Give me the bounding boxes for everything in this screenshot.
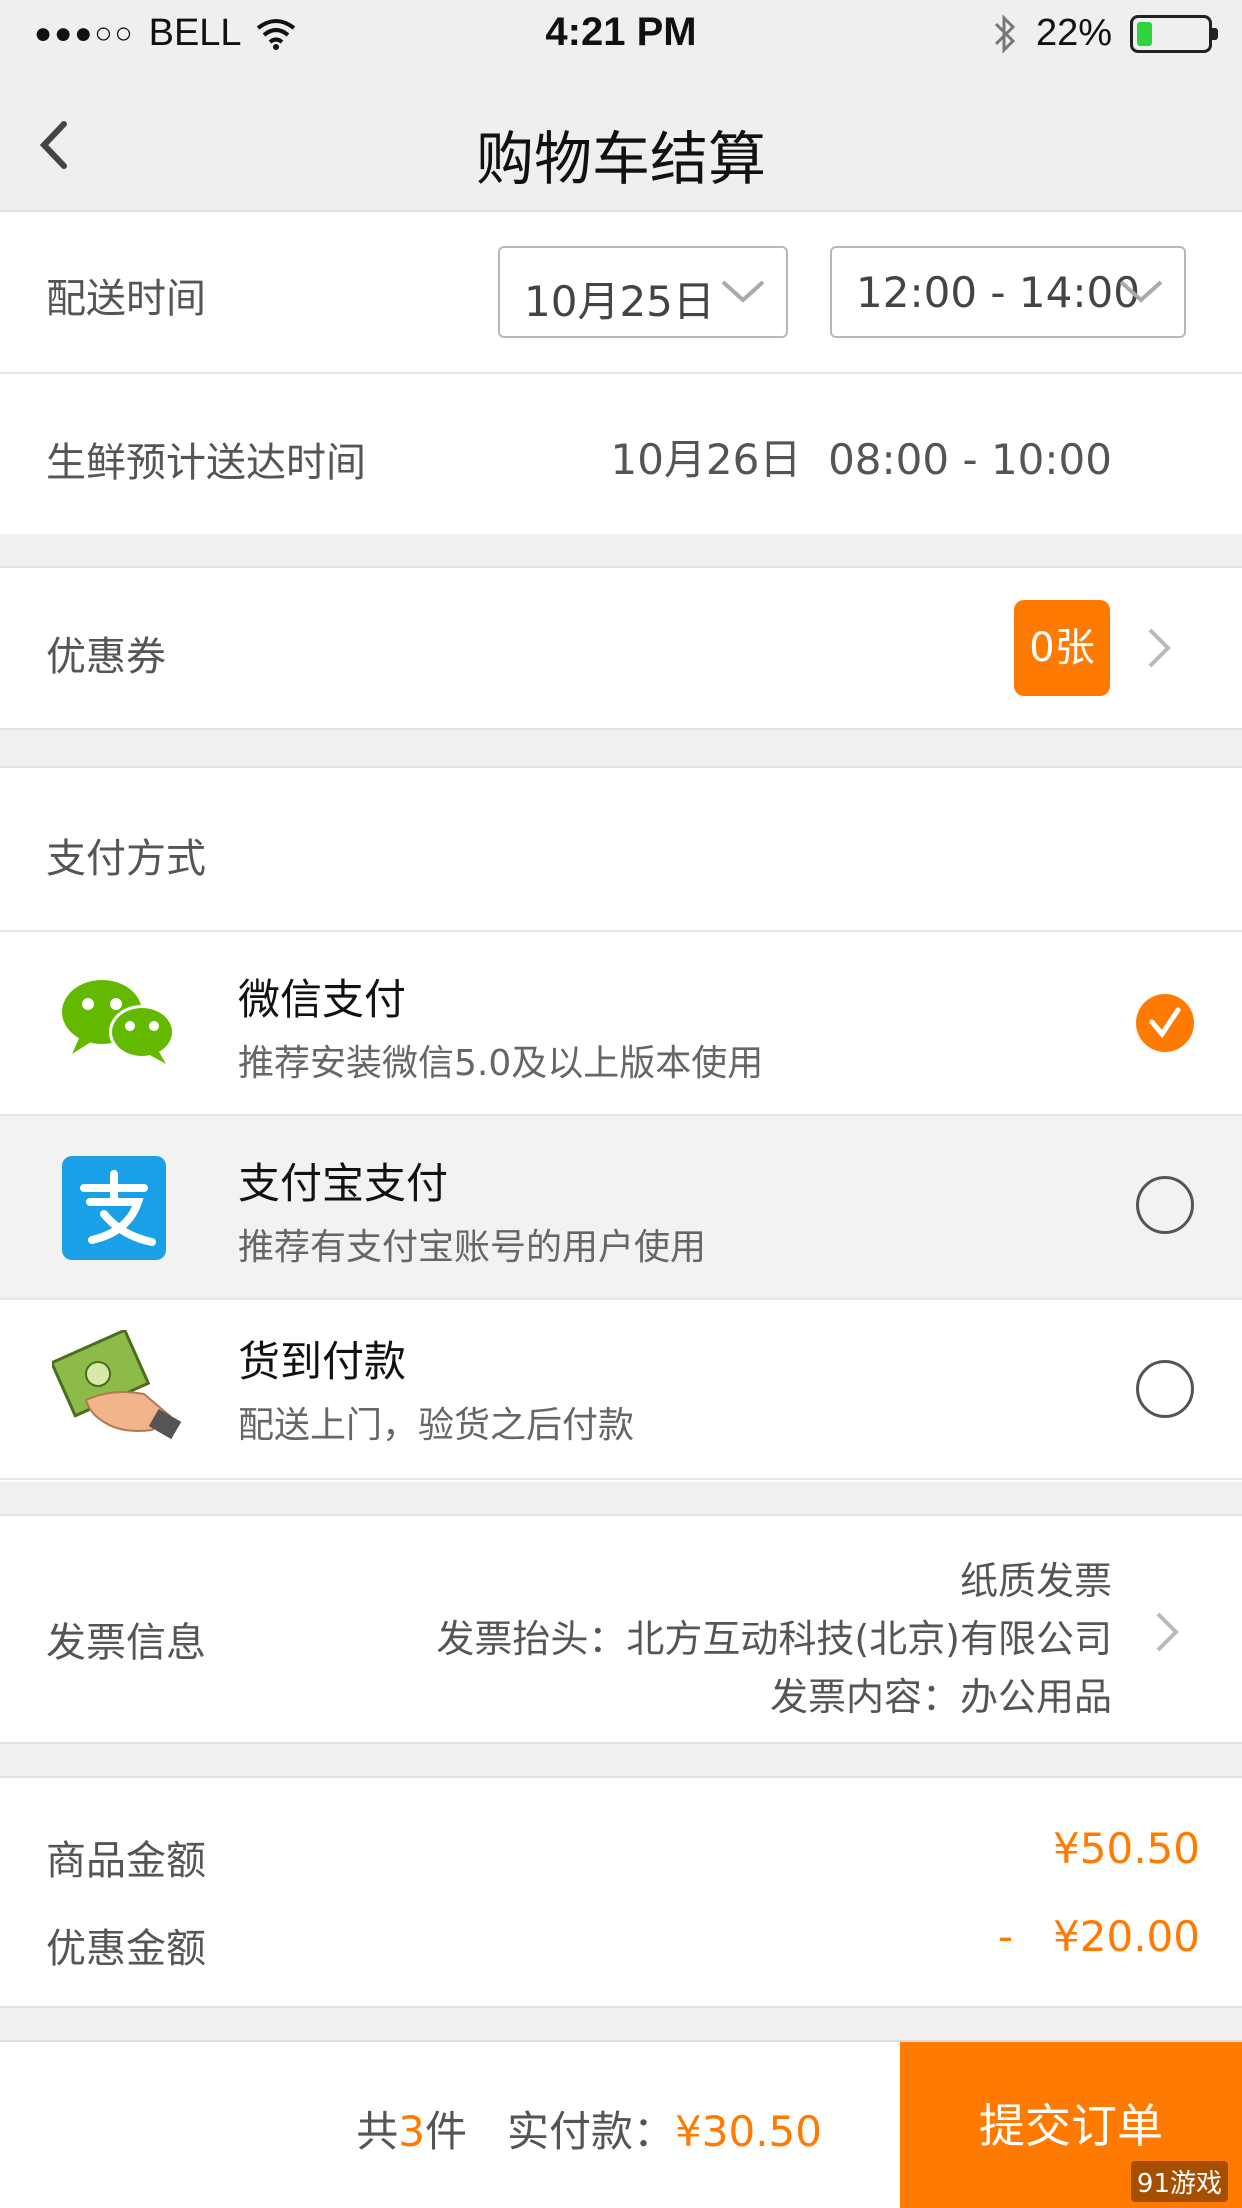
battery-icon — [1130, 14, 1218, 53]
cash-icon — [52, 1330, 182, 1440]
invoice-label: 发票信息 — [46, 1620, 206, 1666]
watermark-logo: 91游戏 — [1130, 2161, 1228, 2202]
checked-radio-icon[interactable] — [1136, 994, 1194, 1052]
fresh-arrival-date: 10月26日 — [610, 435, 802, 484]
payment-name: 支付宝支付 — [238, 1159, 449, 1208]
fresh-arrival-row: 生鲜预计送达时间 10月26日 08:00 - 10:00 — [0, 374, 1242, 534]
payment-option-alipay[interactable]: 支付宝支付 推荐有支付宝账号的用户使用 — [0, 1116, 1242, 1298]
coupon-count-badge[interactable]: 0张 — [1014, 600, 1110, 696]
status-bar: ●●●○○ BELL 4:21 PM 22% — [0, 0, 1242, 72]
discount-amount-value: - ¥20.00 — [997, 1912, 1200, 1961]
item-count-suffix: 件 — [424, 2107, 467, 2156]
payment-description: 推荐安装微信5.0及以上版本使用 — [238, 1043, 764, 1084]
alipay-icon — [62, 1156, 166, 1260]
coupon-label: 优惠券 — [46, 634, 166, 680]
invoice-row[interactable]: 发票信息 纸质发票 发票抬头：北方互动科技(北京)有限公司 发票内容：办公用品 — [0, 1514, 1242, 1744]
delivery-date-value: 10月25日 — [524, 277, 715, 326]
delivery-date-select[interactable]: 10月25日 — [498, 246, 788, 338]
pay-amount-value: ¥30.50 — [675, 2107, 822, 2156]
invoice-title: 发票抬头：北方互动科技(北京)有限公司 — [436, 1617, 1112, 1661]
page-title: 购物车结算 — [475, 125, 766, 193]
fresh-arrival-label: 生鲜预计送达时间 — [46, 440, 366, 486]
fresh-arrival-value: 10月26日 08:00 - 10:00 — [610, 426, 1112, 487]
divider — [0, 1478, 1242, 1480]
battery-tip — [1212, 27, 1218, 40]
payment-description: 配送上门，验货之后付款 — [238, 1405, 635, 1446]
delivery-time-row: 配送时间 10月25日 12:00 - 14:00 — [0, 212, 1242, 372]
delivery-timeslot-value: 12:00 - 14:00 — [856, 268, 1140, 317]
wechat-icon — [62, 980, 175, 1064]
bluetooth-icon — [994, 13, 1016, 54]
checkout-bar: 共3件 实付款：¥30.50 提交订单 91游戏 — [0, 2040, 1242, 2208]
chevron-down-icon — [1119, 280, 1163, 303]
chevron-right-icon[interactable] — [1144, 624, 1174, 672]
payment-option-wechat[interactable]: 微信支付 推荐安装微信5.0及以上版本使用 — [0, 932, 1242, 1114]
payment-section: 支付方式 — [0, 766, 1242, 930]
item-count: 3 — [398, 2107, 425, 2156]
status-right: 22% — [992, 12, 1218, 55]
battery-percent: 22% — [1035, 12, 1112, 54]
pay-amount-label: 实付款： — [507, 2107, 676, 2156]
delivery-timeslot-select[interactable]: 12:00 - 14:00 — [830, 246, 1186, 338]
payment-name: 货到付款 — [238, 1337, 407, 1386]
amounts-section: 商品金额 ¥50.50 优惠金额 - ¥20.00 — [0, 1776, 1242, 2008]
discount-amount-label: 优惠金额 — [46, 1926, 206, 1972]
chevron-down-icon — [721, 280, 765, 303]
payment-section-label: 支付方式 — [46, 836, 206, 882]
battery-fill — [1137, 21, 1152, 46]
chevron-right-icon — [1156, 1612, 1179, 1652]
fresh-arrival-time: 08:00 - 10:00 — [828, 435, 1112, 484]
payment-option-cash[interactable]: 货到付款 配送上门，验货之后付款 — [0, 1300, 1242, 1482]
unchecked-radio-icon[interactable] — [1136, 1360, 1194, 1418]
nav-bar: 购物车结算 — [0, 72, 1242, 212]
delivery-time-label: 配送时间 — [46, 276, 206, 322]
item-count-prefix: 共 — [356, 2107, 399, 2156]
invoice-content: 发票内容：办公用品 — [769, 1675, 1112, 1719]
goods-amount-value: ¥50.50 — [1053, 1824, 1200, 1873]
invoice-type: 纸质发票 — [959, 1559, 1112, 1603]
payment-description: 推荐有支付宝账号的用户使用 — [238, 1227, 707, 1268]
unchecked-radio-icon[interactable] — [1136, 1176, 1194, 1234]
goods-amount-label: 商品金额 — [46, 1838, 206, 1884]
payment-name: 微信支付 — [238, 975, 407, 1024]
checkmark-icon — [1149, 1007, 1181, 1039]
order-summary: 共3件 实付款：¥30.50 — [356, 2098, 822, 2159]
